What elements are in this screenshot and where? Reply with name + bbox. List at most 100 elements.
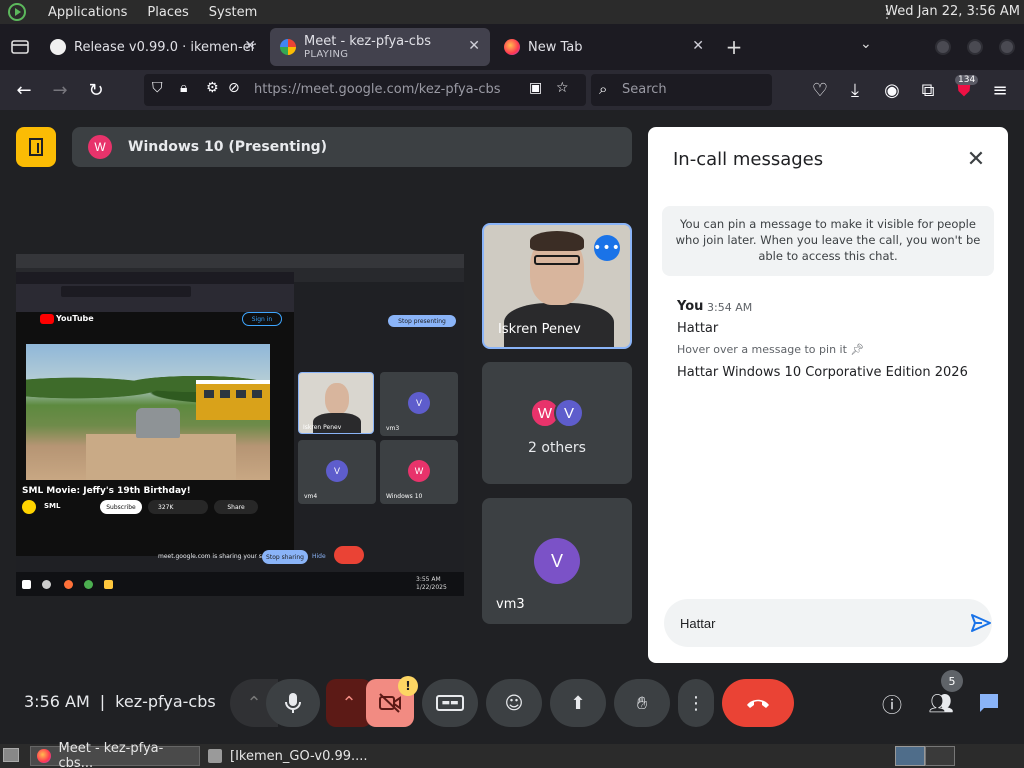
url-text[interactable]: https://meet.google.com/kez-pfya-cbs: [254, 82, 501, 97]
pocket-icon[interactable]: ♡: [808, 78, 832, 102]
tab-new-tab[interactable]: New Tab ✕: [494, 28, 714, 66]
presenting-pill[interactable]: W Windows 10 (Presenting): [72, 127, 632, 167]
chat-message[interactable]: Hattar Windows 10 Corporative Edition 20…: [677, 365, 968, 380]
show-desktop-icon[interactable]: [3, 748, 19, 762]
others-avatar-v: V: [554, 398, 584, 428]
close-window-icon[interactable]: [999, 39, 1015, 55]
applications-logo-icon[interactable]: [8, 3, 26, 21]
lock-icon[interactable]: 🔒︎: [180, 80, 187, 96]
workspace-1[interactable]: [895, 746, 925, 766]
remote-hide-link: Hide: [312, 553, 326, 560]
taskbar-task-label: [Ikemen_GO-v0.99....: [230, 748, 368, 764]
participant-name: vm3: [496, 597, 525, 612]
microphone-icon: [285, 693, 301, 713]
tab-google-meet[interactable]: Meet - kez-pfya-cbs PLAYING ✕: [270, 28, 490, 66]
video-road: [86, 434, 236, 480]
participant-hair: [530, 231, 584, 251]
remote-clock: 3:55 AM 1/22/2025: [416, 576, 447, 592]
in-call-messages-panel: In-call messages ✕ You can pin a message…: [648, 127, 1008, 663]
presenter-avatar: W: [88, 135, 112, 159]
warning-badge-icon: !: [398, 676, 418, 696]
hamburger-menu-icon[interactable]: ≡: [988, 78, 1012, 102]
video-car: [136, 408, 180, 438]
emoji-icon: ☺: [504, 692, 524, 714]
presenting-label: Windows 10 (Presenting): [128, 139, 328, 155]
pin-hint: Hover over a message to pin it 📌︎: [677, 343, 864, 356]
participant-tile-others[interactable]: W V 2 others: [482, 362, 632, 484]
autoplay-blocked-icon[interactable]: ⊘: [228, 80, 240, 96]
back-arrow-icon[interactable]: ←: [12, 78, 36, 102]
remote-stop-sharing: Stop sharing: [262, 550, 308, 564]
emoji-reactions-button[interactable]: ☺: [486, 679, 542, 727]
chat-message-input[interactable]: [680, 611, 940, 635]
url-bar[interactable]: ⛉ 🔒︎ ⚙︎ ⊘ https://meet.google.com/kez-pf…: [144, 74, 586, 106]
subscribe-button: Subscribe: [100, 500, 142, 514]
present-now-button[interactable]: ⬆︎: [550, 679, 606, 727]
participant-tile-vm3[interactable]: V vm3: [482, 498, 632, 624]
forward-arrow-icon[interactable]: →: [48, 78, 72, 102]
minimize-window-icon[interactable]: [935, 39, 951, 55]
close-chat-icon[interactable]: ✕: [964, 147, 988, 172]
search-placeholder: Search: [622, 82, 667, 97]
leave-presentation-button[interactable]: [16, 127, 56, 167]
tab-playing-label: PLAYING: [304, 49, 349, 60]
reload-icon[interactable]: ↻: [84, 78, 108, 102]
participant-tile-iskren[interactable]: ••• Iskren Penev: [482, 223, 632, 349]
downloads-icon[interactable]: ⤓: [843, 78, 867, 102]
bus-window: [204, 390, 214, 398]
taskbar-task-label: Meet - kez-pfya-cbs...: [58, 741, 164, 768]
tab-strip: Release v0.99.0 · ikemen-er ✕ Meet - kez…: [0, 24, 1024, 70]
extensions-puzzle-icon[interactable]: ⧉: [916, 78, 940, 102]
firefox-icon: [37, 749, 51, 763]
participant-name: Iskren Penev: [498, 322, 581, 337]
chat-input-box: [664, 599, 992, 647]
shared-screen: YouTube Sign in SML Movie: Jeffy's 19th …: [16, 254, 464, 596]
permissions-icon[interactable]: ⚙︎: [206, 80, 219, 96]
bookmark-star-icon[interactable]: ☆: [556, 80, 569, 96]
meet-stage: W Windows 10 (Presenting) YouTube Sign i…: [0, 110, 1024, 744]
people-count-badge: 5: [941, 670, 963, 692]
taskbar-task-folder[interactable]: [Ikemen_GO-v0.99....: [202, 746, 382, 766]
close-tab-icon[interactable]: ✕: [244, 38, 256, 54]
chat-icon[interactable]: [974, 688, 1004, 718]
close-tab-icon[interactable]: ✕: [468, 38, 480, 54]
chat-message[interactable]: Hattar: [677, 321, 718, 336]
workspace-2[interactable]: [925, 746, 955, 766]
os-taskbar: Meet - kez-pfya-cbs... [Ikemen_GO-v0.99.…: [0, 741, 1024, 768]
more-options-dots-icon[interactable]: •••: [593, 235, 620, 261]
maximize-window-icon[interactable]: [967, 39, 983, 55]
taskbar-task-firefox[interactable]: Meet - kez-pfya-cbs...: [30, 741, 200, 768]
list-all-tabs-chevron-icon[interactable]: ⌄: [860, 36, 872, 52]
microphone-button[interactable]: [266, 679, 320, 727]
remote-windows-taskbar: 3:55 AM 1/22/2025: [16, 572, 464, 596]
leave-call-button[interactable]: [722, 679, 794, 727]
applications-menu[interactable]: Applications: [48, 5, 127, 20]
youtube-video: [26, 344, 270, 480]
send-message-icon[interactable]: [970, 613, 992, 633]
raise-hand-button[interactable]: ✋︎: [614, 679, 670, 727]
tracking-shield-icon[interactable]: ⛉: [152, 80, 163, 96]
tab-github-release[interactable]: Release v0.99.0 · ikemen-er ✕: [40, 28, 266, 66]
folder-icon: [104, 580, 113, 589]
new-tab-plus-icon[interactable]: +: [718, 35, 750, 59]
system-menu[interactable]: System: [209, 5, 257, 20]
people-icon[interactable]: 👥︎: [926, 688, 956, 718]
more-options-button[interactable]: ⋮: [678, 679, 714, 727]
search-bar[interactable]: ⌕ Search: [591, 74, 772, 106]
extension-badge: 134: [955, 75, 979, 85]
tab-list-button[interactable]: [0, 24, 40, 70]
mini-avatar: V: [326, 460, 348, 482]
places-menu[interactable]: Places: [147, 5, 188, 20]
remote-tile-windows10: W Windows 10: [380, 440, 458, 504]
firefox-icon: [504, 39, 520, 55]
meeting-separator: |: [99, 692, 106, 711]
meeting-details-info-icon[interactable]: ⓘ: [877, 688, 907, 718]
present-screen-icon: ⬆︎: [570, 692, 586, 714]
message-sender: You: [677, 299, 704, 314]
screen-share-indicator-icon[interactable]: ▣: [529, 80, 542, 96]
chat-bubble-icon: [980, 694, 998, 712]
panel-clock[interactable]: Wed Jan 22, 3:56 AM: [885, 4, 1020, 19]
account-icon[interactable]: ◉: [880, 78, 904, 102]
captions-button[interactable]: ▬▬: [422, 679, 478, 727]
close-tab-icon[interactable]: ✕: [692, 38, 704, 54]
